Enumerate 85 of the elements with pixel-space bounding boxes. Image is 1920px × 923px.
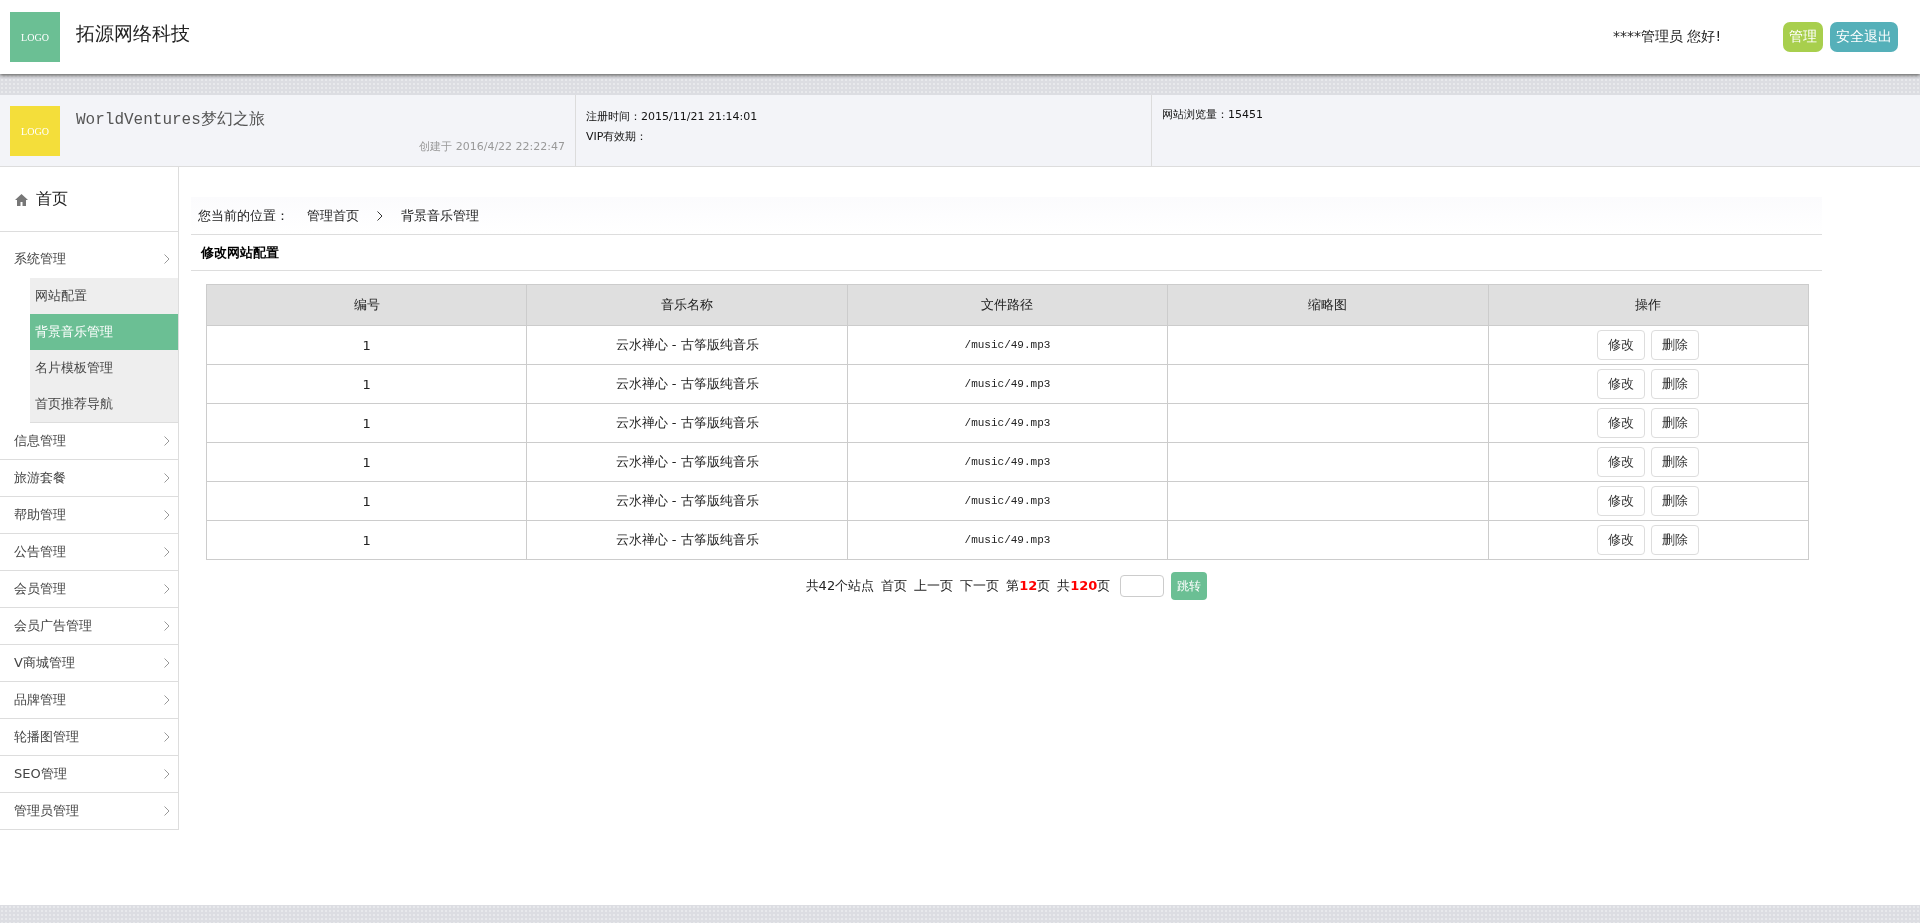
menu-item[interactable]: 系统管理 <box>0 232 178 278</box>
visit-count: 网站浏览量：15451 <box>1162 107 1263 122</box>
created-date: 创建于 2016/4/22 22:22:47 <box>419 139 565 154</box>
table-cell: /music/49.mp3 <box>847 364 1168 404</box>
table-cell: 云水禅心 - 古筝版纯音乐 <box>526 403 848 443</box>
submenu-item[interactable]: 首页推荐导航 <box>30 386 178 422</box>
table-cell: /music/49.mp3 <box>847 403 1168 443</box>
delete-button[interactable]: 删除 <box>1651 447 1700 477</box>
chevron-icon <box>164 695 170 705</box>
table-cell: 云水禅心 - 古筝版纯音乐 <box>526 520 848 560</box>
vip-expiry: VIP有效期： <box>586 129 649 145</box>
table-cell: 云水禅心 - 古筝版纯音乐 <box>526 481 848 521</box>
chevron-icon <box>164 254 170 264</box>
chevron-icon <box>164 547 170 557</box>
breadcrumb-label: 您当前的位置： <box>198 206 289 225</box>
menu-item[interactable]: 公告管理 <box>0 534 178 571</box>
delete-button[interactable]: 删除 <box>1651 486 1700 516</box>
edit-button[interactable]: 修改 <box>1597 486 1646 516</box>
chevron-icon <box>164 473 170 483</box>
table-cell: /music/49.mp3 <box>847 520 1168 560</box>
chevron-icon <box>164 510 170 520</box>
table-cell: 1 <box>206 442 527 482</box>
delete-button[interactable]: 删除 <box>1651 369 1700 399</box>
table-cell: 1 <box>206 520 527 560</box>
table-cell: 云水禅心 - 古筝版纯音乐 <box>526 364 848 404</box>
table-cell: 云水禅心 - 古筝版纯音乐 <box>526 442 848 482</box>
page-link[interactable]: 下一页 <box>960 577 1000 595</box>
column-header: 音乐名称 <box>526 284 848 326</box>
menu-item[interactable]: 会员广告管理 <box>0 608 178 645</box>
table-cell: 1 <box>206 481 527 521</box>
menu-item[interactable]: 信息管理 <box>0 423 178 460</box>
submenu-item[interactable]: 名片模板管理 <box>30 350 178 386</box>
page-info: 共120页 <box>1057 577 1111 595</box>
table-cell: 云水禅心 - 古筝版纯音乐 <box>526 325 848 365</box>
table-cell: /music/49.mp3 <box>847 442 1168 482</box>
table-cell: /music/49.mp3 <box>847 481 1168 521</box>
chevron-icon <box>164 436 170 446</box>
site-logo: LOGO <box>10 106 60 156</box>
greeting: ****管理员 您好! <box>1612 28 1721 46</box>
home-link[interactable]: 首页 <box>0 168 178 232</box>
chevron-icon <box>164 732 170 742</box>
menu-item[interactable]: V商城管理 <box>0 645 178 682</box>
edit-button[interactable]: 修改 <box>1597 369 1646 399</box>
page-link[interactable]: 上一页 <box>914 577 954 595</box>
logo: LOGO <box>10 12 60 62</box>
registration-time: 注册时间：2015/11/21 21:14:01 <box>586 109 759 125</box>
submenu-item[interactable]: 网站配置 <box>30 278 178 314</box>
chevron-icon <box>164 658 170 668</box>
table-cell: 1 <box>206 364 527 404</box>
breadcrumb-link[interactable]: 背景音乐管理 <box>401 206 479 225</box>
site-title: 拓源网络科技 <box>76 21 191 46</box>
table-cell: 1 <box>206 325 527 365</box>
menu-item[interactable]: SEO管理 <box>0 756 178 793</box>
menu-item[interactable]: 管理员管理 <box>0 793 178 830</box>
page-input[interactable] <box>1120 575 1165 597</box>
column-header: 编号 <box>206 284 527 326</box>
table-cell: 1 <box>206 403 527 443</box>
chevron-icon <box>164 806 170 816</box>
page-info: 第12页 <box>1006 577 1051 595</box>
menu-item[interactable]: 轮播图管理 <box>0 719 178 756</box>
edit-button[interactable]: 修改 <box>1597 447 1646 477</box>
site-name: WorldVentures梦幻之旅 <box>76 109 266 130</box>
menu-item[interactable]: 会员管理 <box>0 571 178 608</box>
edit-button[interactable]: 修改 <box>1597 408 1646 438</box>
page-link[interactable]: 首页 <box>881 577 908 595</box>
menu-item[interactable]: 旅游套餐 <box>0 460 178 497</box>
home-icon <box>15 193 28 206</box>
menu-item[interactable]: 帮助管理 <box>0 497 178 534</box>
breadcrumb-link[interactable]: 管理首页 <box>307 206 359 225</box>
chevron-icon <box>164 621 170 631</box>
edit-button[interactable]: 修改 <box>1597 525 1646 555</box>
section-title: 修改网站配置 <box>191 235 1822 271</box>
column-header: 操作 <box>1488 284 1809 326</box>
chevron-icon <box>377 210 383 221</box>
chevron-icon <box>164 584 170 594</box>
menu-item[interactable]: 品牌管理 <box>0 682 178 719</box>
table-cell: /music/49.mp3 <box>847 325 1168 365</box>
column-header: 文件路径 <box>847 284 1168 326</box>
delete-button[interactable]: 删除 <box>1651 525 1700 555</box>
delete-button[interactable]: 删除 <box>1651 408 1700 438</box>
column-header: 缩略图 <box>1167 284 1489 326</box>
chevron-icon <box>164 769 170 779</box>
delete-button[interactable]: 删除 <box>1651 330 1700 360</box>
edit-button[interactable]: 修改 <box>1597 330 1646 360</box>
page-info: 共42个站点 <box>805 577 875 595</box>
